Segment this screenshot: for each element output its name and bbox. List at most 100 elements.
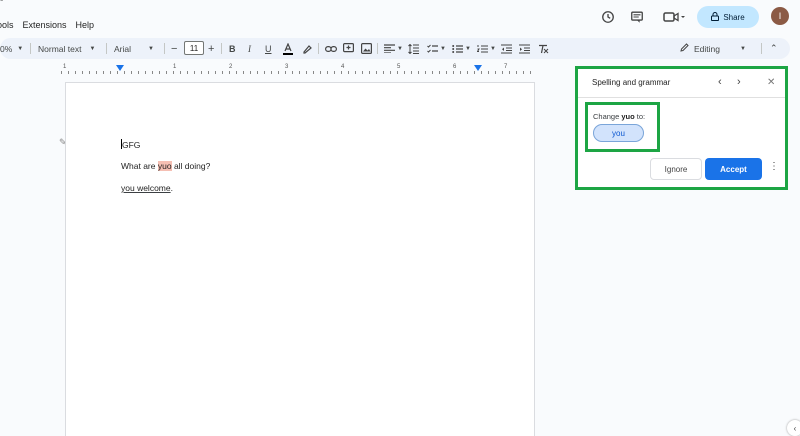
meet-icon[interactable]	[660, 5, 688, 29]
numbered-list-icon[interactable]: ▼	[477, 38, 496, 59]
increase-font-size-icon[interactable]: +	[208, 38, 214, 59]
font-size-input[interactable]: 11	[184, 41, 204, 55]
ruler-tick	[264, 71, 265, 74]
grammar-flagged-text[interactable]: you welcome	[121, 183, 171, 193]
change-suffix: to:	[634, 112, 646, 121]
ruler-tick	[341, 71, 342, 74]
ruler-tick	[320, 71, 321, 74]
clear-formatting-icon[interactable]	[538, 38, 549, 59]
ruler-tick	[299, 71, 300, 74]
ruler-tick	[404, 71, 405, 74]
ruler-tick	[453, 71, 454, 74]
font-select[interactable]: Arial ▼	[114, 38, 154, 59]
editing-mode-label: Editing	[694, 43, 720, 54]
bulleted-list-icon[interactable]: ▼	[452, 38, 471, 59]
ruler-number: 1	[173, 64, 177, 70]
style-select[interactable]: Normal text ▼	[38, 38, 95, 59]
text-color-icon[interactable]	[283, 38, 293, 59]
chevron-down-icon: ▼	[465, 45, 471, 52]
right-indent-marker[interactable]	[474, 65, 482, 71]
left-indent-marker[interactable]	[116, 65, 124, 71]
document-line-2[interactable]: What are yuo all doing?	[121, 161, 210, 171]
italic-icon[interactable]: I	[248, 38, 251, 59]
insert-image-icon[interactable]	[361, 38, 372, 59]
add-comment-icon[interactable]	[343, 38, 354, 59]
ruler-number: 4	[341, 64, 345, 70]
ruler-tick	[96, 71, 97, 74]
misspelled-word[interactable]: yuo	[157, 161, 172, 171]
comments-icon[interactable]	[627, 5, 647, 29]
ruler-tick	[222, 71, 223, 74]
ruler-tick	[495, 71, 496, 74]
ruler-tick	[201, 71, 202, 74]
previous-suggestion-icon[interactable]: ‹	[718, 76, 722, 88]
checklist-icon[interactable]: ▼	[427, 38, 446, 59]
underline-icon[interactable]: U	[265, 38, 272, 59]
highlight-color-icon[interactable]	[302, 38, 312, 59]
ruler-tick	[383, 71, 384, 74]
chevron-down-icon: ▼	[397, 45, 403, 52]
ruler-tick	[460, 71, 461, 74]
ruler-tick	[103, 71, 104, 74]
increase-indent-icon[interactable]	[519, 38, 530, 59]
ruler-tick	[208, 71, 209, 74]
line-spacing-icon[interactable]	[408, 38, 419, 59]
flagged-word: yuo	[621, 112, 635, 121]
document-line-1[interactable]: GFG	[121, 139, 140, 150]
top-bar: - ools Extensions Help Share I	[0, 0, 800, 36]
collapse-toolbar-icon[interactable]: ⌃	[770, 38, 778, 59]
align-icon[interactable]: ▼	[384, 38, 403, 59]
ruler-number: 2	[229, 64, 233, 70]
suggestion-chip[interactable]: you	[593, 124, 644, 142]
history-icon[interactable]	[598, 5, 618, 29]
ruler-tick	[502, 71, 503, 74]
chevron-down-icon: ▼	[440, 45, 446, 52]
link-icon[interactable]	[325, 38, 337, 59]
avatar[interactable]: I	[771, 7, 789, 25]
collapse-side-panel-icon[interactable]: ‹	[787, 420, 800, 436]
document-page[interactable]: GFG What are yuo all doing? you welcome.	[65, 82, 535, 436]
lock-icon	[711, 11, 720, 23]
ruler-tick	[68, 71, 69, 74]
ruler-tick	[397, 71, 398, 74]
ruler-tick	[250, 71, 251, 74]
ruler-tick	[362, 71, 363, 74]
next-suggestion-icon[interactable]: ›	[737, 76, 741, 88]
ruler-number: 7	[504, 64, 508, 70]
editing-mode-select[interactable]: Editing ▼	[680, 38, 746, 59]
zoom-select[interactable]: 0% ▼	[0, 38, 23, 59]
more-options-icon[interactable]: ⋮	[769, 162, 779, 172]
toolbar-divider	[761, 43, 762, 54]
ruler-tick	[516, 71, 517, 74]
ruler-tick	[131, 71, 132, 74]
ruler-tick	[369, 71, 370, 74]
ruler-tick	[257, 71, 258, 74]
ruler[interactable]: 1 1 2 3 4 5 6 7	[0, 64, 570, 76]
ruler-tick	[355, 71, 356, 74]
ruler-tick	[61, 71, 62, 74]
ruler-tick	[376, 71, 377, 74]
pencil-icon	[680, 43, 689, 54]
suggestion-box: Change yuo to: you	[585, 102, 660, 152]
decrease-font-size-icon[interactable]: −	[171, 38, 177, 59]
ruler-tick	[229, 71, 230, 74]
panel-title: Spelling and grammar	[592, 78, 671, 87]
share-button[interactable]: Share	[697, 6, 759, 28]
ruler-tick	[313, 71, 314, 74]
ruler-tick	[278, 71, 279, 74]
bold-icon[interactable]: B	[229, 38, 236, 59]
ruler-tick	[124, 71, 125, 74]
ruler-tick	[446, 71, 447, 74]
accept-button[interactable]: Accept	[705, 158, 762, 180]
ruler-tick	[243, 71, 244, 74]
close-icon[interactable]: ✕	[767, 77, 775, 88]
chevron-down-icon: ▼	[89, 45, 96, 52]
ruler-tick	[432, 71, 433, 74]
decrease-indent-icon[interactable]	[501, 38, 512, 59]
ignore-button[interactable]: Ignore	[650, 158, 702, 180]
panel-divider	[578, 97, 785, 98]
ruler-tick	[411, 71, 412, 74]
document-line-3[interactable]: you welcome.	[121, 183, 173, 193]
formatting-toolbar: 0% ▼ Normal text ▼ Arial ▼ − 11 + B I U …	[0, 38, 790, 59]
ruler-tick	[292, 71, 293, 74]
